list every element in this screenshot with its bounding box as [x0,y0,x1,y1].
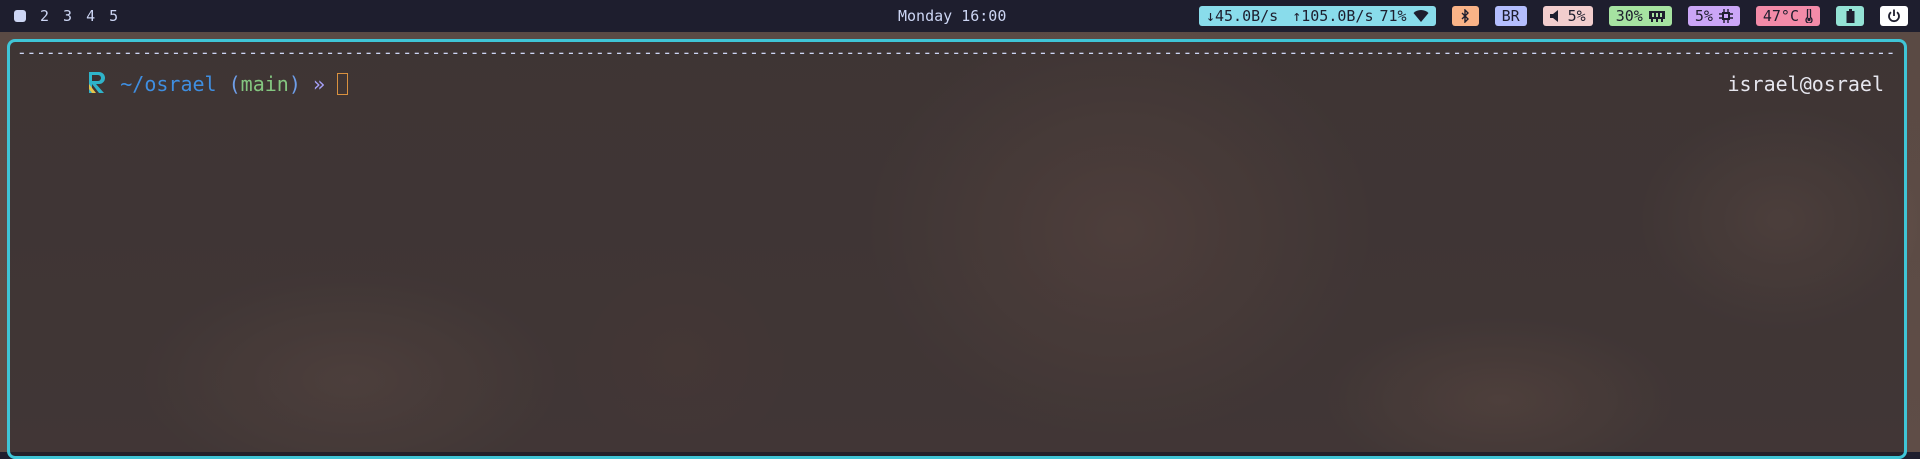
clock[interactable]: Monday 16:00 [898,0,1006,32]
power-icon [1887,9,1901,23]
cpu-label: 5% [1694,7,1713,25]
keyboard-layout-label: BR [1501,7,1520,25]
shell-prompt: ~/osrael ( main ) » [15,70,348,98]
power-module[interactable] [1880,6,1908,26]
distro-logo-icon [15,46,109,123]
git-branch: main [240,72,289,96]
terminal-separator-line: ----------------------------------------… [17,46,1897,60]
wifi-signal: 71% [1379,7,1407,25]
wifi-icon [1413,9,1429,23]
user-host-label: israel@osrael [1727,72,1884,96]
memory-label: 30% [1615,7,1643,25]
workspace-2[interactable]: 2 [40,7,49,25]
cpu-icon [1718,9,1733,23]
speaker-icon [1549,10,1562,22]
temperature-module[interactable]: 47°C [1755,6,1820,26]
prompt-symbol: » [312,72,325,96]
thermometer-icon [1805,9,1813,23]
bluetooth-icon [1461,9,1470,23]
top-status-bar: 2 3 4 5 Monday 16:00 ↓45.0B/s ↑105.0B/s … [0,0,1920,32]
git-paren-close: ) [288,72,301,96]
text-cursor [336,73,348,95]
current-directory: ~/osrael [120,72,217,96]
keyboard-layout-module[interactable]: BR [1494,6,1527,26]
bluetooth-module[interactable] [1451,6,1479,26]
temperature-label: 47°C [1762,7,1799,25]
status-modules: ↓45.0B/s ↑105.0B/s 71% BR 5% 30% 5% 47°C [1198,6,1908,26]
workspace-3[interactable]: 3 [63,7,72,25]
volume-module[interactable]: 5% [1542,6,1593,26]
workspace-5[interactable]: 5 [109,7,118,25]
workspace-4[interactable]: 4 [86,7,95,25]
battery-icon [1846,9,1855,23]
terminal-window[interactable]: ----------------------------------------… [7,39,1907,459]
workspace-active-indicator[interactable] [14,10,26,22]
workspace-switcher: 2 3 4 5 [14,0,118,32]
network-upload: ↑105.0B/s [1292,7,1374,25]
git-paren-open: ( [228,72,241,96]
cpu-module[interactable]: 5% [1687,6,1740,26]
memory-icon [1648,10,1665,22]
volume-label: 5% [1567,7,1586,25]
network-download: ↓45.0B/s [1205,7,1279,25]
battery-module[interactable] [1836,6,1864,26]
memory-module[interactable]: 30% [1608,6,1672,26]
network-module[interactable]: ↓45.0B/s ↑105.0B/s 71% [1198,6,1436,26]
